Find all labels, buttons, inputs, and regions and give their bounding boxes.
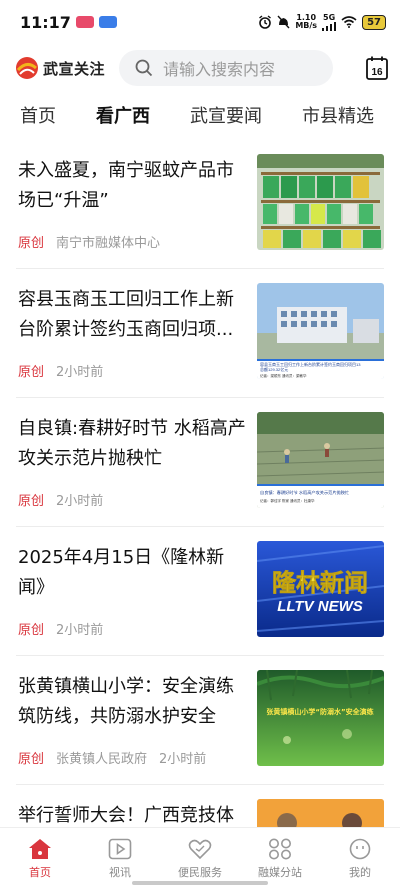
news-title: 张黄镇横山小学：安全演练筑防线，共防溺水护安全 <box>18 676 234 727</box>
search-input[interactable]: 请输入搜索内容 <box>119 50 334 86</box>
nav-label: 我的 <box>349 865 371 879</box>
news-meta: 原创 2小时前 <box>18 490 103 509</box>
calendar-icon: 16 <box>366 56 388 80</box>
news-thumbnail: 张黄镇横山小学“防溺水”安全演练 <box>257 670 384 766</box>
news-thumbnail: 容县玉商玉工回归工作上新台阶累计签约玉商回归项目13 总额129.32亿元 记者… <box>257 283 384 379</box>
tab-guangxi[interactable]: 看广西 <box>96 102 150 128</box>
news-time: 2小时前 <box>159 752 207 767</box>
original-tag: 原创 <box>18 365 45 380</box>
news-title: 2025年4月15日《隆林新闻》 <box>18 547 225 598</box>
original-tag: 原创 <box>18 236 45 251</box>
battery-indicator: 57 <box>362 14 386 30</box>
notification-app-icon <box>75 16 94 28</box>
search-placeholder: 请输入搜索内容 <box>163 60 276 79</box>
app-logo[interactable]: 武宣关注 <box>14 56 105 80</box>
svg-text:自良镇：春耕好时节 水稻高产攻关示范片抛秧忙: 自良镇：春耕好时节 水稻高产攻关示范片抛秧忙 <box>260 489 350 496</box>
news-thumbnail: 隆林新闻 LLTV NEWS <box>257 541 384 637</box>
net-speed: 1.10 MB/s <box>295 13 318 30</box>
heart-hands-icon <box>188 839 212 859</box>
svg-text:记者：梁顺东 通讯员：梁敏华: 记者：梁顺东 通讯员：梁敏华 <box>260 373 307 378</box>
channel-tabs: 首页 看广西 武宣要闻 市县精选 <box>0 96 400 134</box>
news-time: 2小时前 <box>56 365 104 380</box>
svg-text:记者：郭佳宇 陈家 通讯员：杜康华: 记者：郭佳宇 陈家 通讯员：杜康华 <box>260 498 315 503</box>
news-thumbnail: 自良镇：春耕好时节 水稻高产攻关示范片抛秧忙 记者：郭佳宇 陈家 通讯员：杜康华 <box>257 412 384 508</box>
original-tag: 原创 <box>18 752 45 767</box>
news-meta: 原创 张黄镇人民政府 2小时前 <box>18 748 206 767</box>
news-item[interactable]: 张黄镇横山小学：安全演练筑防线，共防溺水护安全 原创 张黄镇人民政府 2小时前 … <box>16 656 384 785</box>
news-item[interactable]: 自良镇:春耕好时节 水稻高产攻关示范片抛秧忙 原创 2小时前 自良镇：春耕好时节… <box>16 398 384 527</box>
calendar-button[interactable]: 16 <box>366 56 388 80</box>
tab-wuxuan-news[interactable]: 武宣要闻 <box>190 102 262 128</box>
original-tag: 原创 <box>18 623 45 638</box>
tab-county-picks[interactable]: 市县精选 <box>302 102 374 128</box>
alarm-icon <box>259 15 272 29</box>
app-header: 武宣关注 请输入搜索内容 16 <box>0 46 400 90</box>
wuxuan-logo-icon <box>16 57 38 79</box>
nav-label: 便民服务 <box>178 865 222 879</box>
nav-label: 融媒分站 <box>258 865 302 879</box>
notification-app-icon <box>98 16 117 28</box>
news-time: 2小时前 <box>56 623 104 638</box>
news-source: 南宁市融媒体中心 <box>56 236 161 251</box>
tab-home[interactable]: 首页 <box>20 102 56 128</box>
news-item[interactable]: 2025年4月15日《隆林新闻》 原创 2小时前 隆林新闻 LLTV NEWS <box>16 527 384 656</box>
play-icon <box>108 838 132 859</box>
nav-label: 首页 <box>29 865 51 879</box>
news-thumbnail <box>257 154 384 250</box>
news-source: 张黄镇人民政府 <box>56 752 148 767</box>
news-title: 容县玉商玉工回归工作上新台阶累计签约玉商回归项... <box>18 289 234 340</box>
grid-icon <box>269 838 291 859</box>
svg-text:LLTV NEWS: LLTV NEWS <box>277 598 363 615</box>
status-bar: 11:17 1.10 MB/s 5G 57 <box>0 0 400 44</box>
news-item[interactable]: 容县玉商玉工回归工作上新台阶累计签约玉商回归项... 原创 2小时前 容县玉商玉… <box>16 269 384 398</box>
news-title: 未入盛夏，南宁驱蚊产品市场已“升温” <box>18 160 234 211</box>
nav-label: 视讯 <box>109 865 131 879</box>
news-meta: 原创 2小时前 <box>18 619 103 638</box>
news-meta: 原创 2小时前 <box>18 361 103 380</box>
svg-text:张黄镇横山小学“防溺水”安全演练: 张黄镇横山小学“防溺水”安全演练 <box>266 707 373 716</box>
news-title: 自良镇:春耕好时节 水稻高产攻关示范片抛秧忙 <box>18 418 246 469</box>
cell-signal: 5G <box>322 13 337 31</box>
calendar-day: 16 <box>371 67 383 78</box>
nav-home[interactable]: 首页 <box>0 828 80 889</box>
mute-bell-icon <box>277 15 290 29</box>
status-time: 11:17 <box>20 12 71 32</box>
original-tag: 原创 <box>18 494 45 509</box>
search-icon <box>135 59 153 77</box>
home-icon <box>29 838 51 859</box>
nav-video[interactable]: 视讯 <box>80 828 160 889</box>
nav-stations[interactable]: 融媒分站 <box>240 828 320 889</box>
nav-profile[interactable]: 我的 <box>320 828 400 889</box>
news-meta: 原创 南宁市融媒体中心 <box>18 232 160 251</box>
news-time: 2小时前 <box>56 494 104 509</box>
app-name: 武宣关注 <box>43 59 106 78</box>
svg-text:总额129.32亿元: 总额129.32亿元 <box>260 366 288 372</box>
svg-text:隆林新闻: 隆林新闻 <box>272 569 368 597</box>
news-item[interactable]: 未入盛夏，南宁驱蚊产品市场已“升温” 原创 南宁市融媒体中心 <box>16 140 384 269</box>
nav-services[interactable]: 便民服务 <box>160 828 240 889</box>
bottom-nav: 首页 视讯 便民服务 融媒分站 我的 <box>0 827 400 889</box>
signal-bars-icon <box>322 21 337 31</box>
news-list: 未入盛夏，南宁驱蚊产品市场已“升温” 原创 南宁市融媒体中心 容县玉商玉工回归工… <box>0 140 400 889</box>
smile-icon <box>349 838 371 859</box>
wifi-icon <box>341 16 357 28</box>
home-indicator[interactable] <box>132 881 268 885</box>
